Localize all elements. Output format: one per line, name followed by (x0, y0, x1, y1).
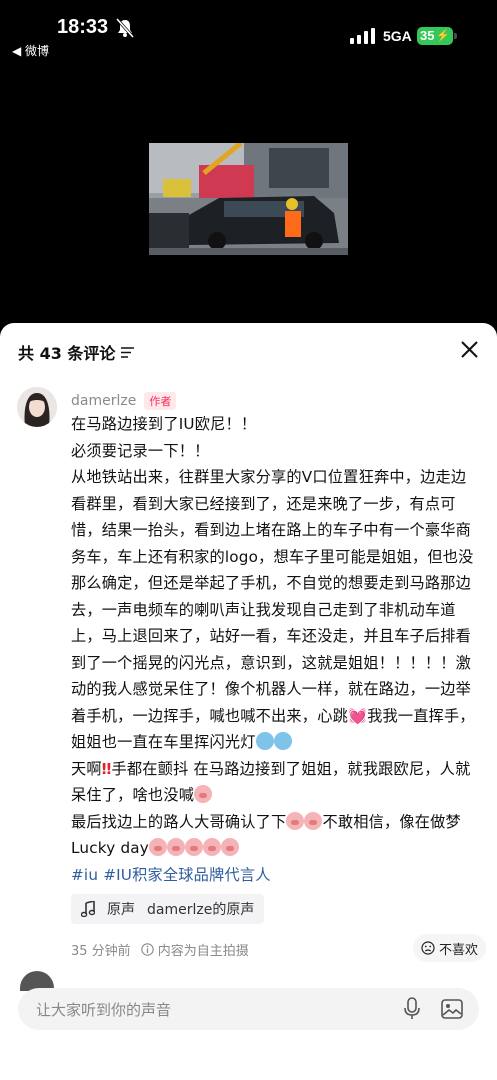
comment-line: 必须要记录一下！！ (71, 441, 210, 460)
heart-emoji-icon: 💓 (347, 706, 368, 725)
microphone-icon[interactable] (403, 997, 421, 1021)
dislike-label: 不喜欢 (438, 942, 478, 958)
comment-item: damerlze 作者 在马路边接到了IU欧尼！！ 必须要记录一下！！ 从地铁站… (0, 377, 497, 962)
disclaimer: 内容为自主拍摄 (140, 940, 249, 959)
author-name[interactable]: damerlze (71, 393, 136, 409)
sound-name: damerlze的原声 (147, 902, 255, 918)
comment-sheet-header: 共 43 条评论 (0, 323, 497, 377)
disclaimer-text: 内容为自主拍摄 (157, 943, 249, 959)
video-frame-image (149, 143, 348, 255)
image-icon[interactable] (441, 998, 463, 1020)
author-badge: 作者 (144, 392, 177, 410)
pig-emoji-icon (286, 811, 305, 830)
music-note-icon (81, 901, 95, 917)
comment-paragraph-text: 从地铁站出来，往群里大家分享的V口位置狂奔中，边走边看群里，看到大家已经接到了，… (71, 468, 474, 725)
close-icon[interactable] (460, 340, 479, 359)
comment-count-title[interactable]: 共 43 条评论 (18, 340, 135, 364)
bell-off-icon (116, 18, 134, 38)
video-thumbnail[interactable] (149, 143, 348, 255)
comment-input-placeholder: 让大家听到你的声音 (36, 1001, 172, 1019)
crying-emoji-icon (255, 732, 274, 750)
info-icon (140, 942, 154, 956)
comment-input[interactable]: 让大家听到你的声音 (18, 988, 479, 1030)
back-to-app-link[interactable]: ◀ 微博 (12, 42, 49, 59)
pig-emoji-icon (184, 838, 203, 856)
avatar-image (17, 387, 57, 427)
original-sound-button[interactable]: 原声 damerlze的原声 (71, 894, 265, 924)
network-label: 5GA (383, 28, 412, 44)
pig-emoji-icon (166, 838, 185, 856)
comment-paragraph: 最后找边上的路人大哥确认了下 不敢相信，像在做梦 (71, 809, 477, 836)
pig-emoji-icon (220, 838, 239, 856)
comment-count-label: 共 43 条评论 (18, 344, 116, 363)
pig-emoji-icon (194, 785, 213, 803)
double-exclamation-icon: ‼ (101, 759, 112, 778)
sort-icon (121, 346, 135, 358)
comment-time: 35 分钟前 (71, 943, 131, 959)
comment-text: 在马路边接到了IU欧尼！！ 必须要记录一下！！ 从地铁站出来，往群里大家分享的V… (71, 411, 477, 888)
hashtag-links[interactable]: #iu #IU积家全球品牌代言人 (71, 862, 477, 889)
comment-line: 在马路边接到了IU欧尼！！ (71, 415, 257, 433)
author-row: damerlze 作者 (71, 377, 477, 411)
comment-paragraph: 从地铁站出来，往群里大家分享的V口位置狂奔中，边走边看群里，看到大家已经接到了，… (71, 464, 477, 756)
comment-paragraph: Lucky day (71, 835, 477, 862)
pig-emoji-icon (304, 811, 323, 830)
charging-icon: ⚡ (436, 30, 450, 42)
status-time: 18:33 (57, 16, 109, 38)
crying-emoji-icon (273, 732, 292, 750)
battery-icon: 35 ⚡ (417, 27, 457, 45)
pig-emoji-icon (202, 838, 221, 856)
comment-paragraph-text: 不敢相信，像在做梦 (322, 812, 461, 831)
dislike-button[interactable]: 不喜欢 (412, 934, 486, 962)
avatar[interactable] (17, 387, 57, 427)
comment-paragraph-text: Lucky day (71, 839, 149, 857)
signal-icon (350, 28, 375, 44)
status-bar: 18:33 ◀ 微博 5GA 35 ⚡ (0, 0, 497, 64)
pig-emoji-icon (148, 838, 167, 856)
sound-label: 原声 (107, 902, 135, 918)
comment-paragraph: 天啊‼手都在颤抖 在马路边接到了姐姐，就我跟欧尼，人就呆住了，啥也没喊 (71, 756, 477, 809)
frown-face-icon (421, 941, 435, 955)
comment-paragraph-text: 手都在颤抖 在马路边接到了姐姐，就我跟欧尼，人就呆住了，啥也没喊 (71, 759, 471, 805)
comment-paragraph-text: 天啊 (71, 759, 102, 778)
comment-paragraph-text: 最后找边上的路人大哥确认了下 (71, 812, 287, 831)
battery-level: 35 (420, 28, 435, 43)
comment-sheet: 共 43 条评论 damerlze 作者 在马路边接到了IU欧尼！！ 必须要记录… (0, 323, 497, 1080)
comment-meta: 35 分钟前 内容为自主拍摄 不喜欢 (71, 934, 486, 962)
